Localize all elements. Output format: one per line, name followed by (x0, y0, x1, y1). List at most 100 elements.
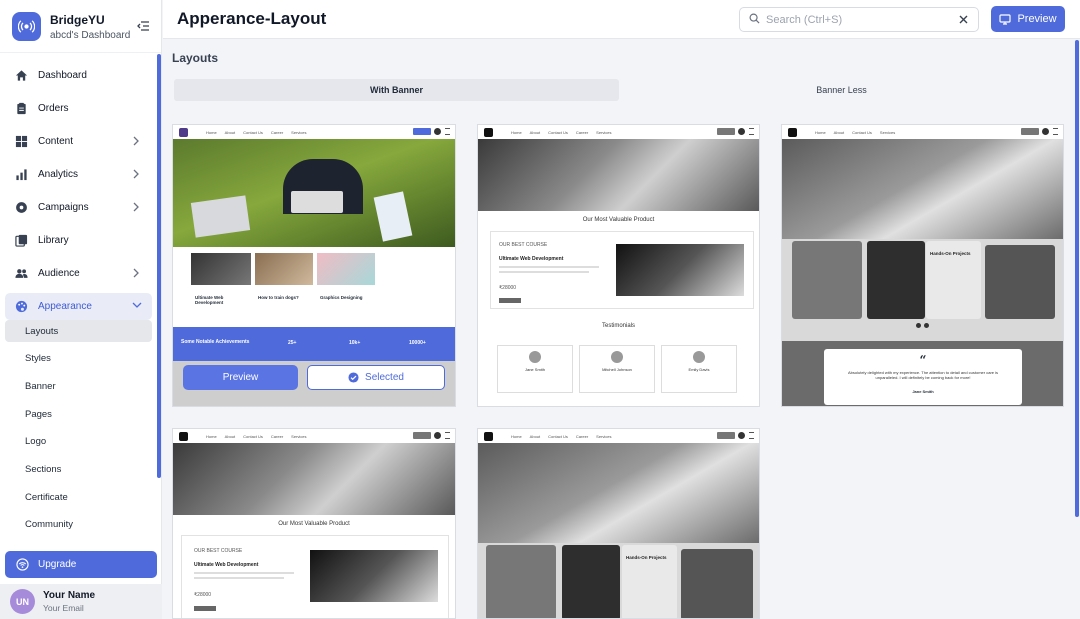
sidebar-item-content[interactable]: Content (5, 128, 152, 155)
mini-enroll-button (194, 606, 216, 611)
sidebar-item-audience[interactable]: Audience (5, 260, 152, 287)
section-title: Layouts (172, 51, 219, 65)
mini-register-button (413, 432, 431, 439)
clear-search-icon[interactable] (958, 14, 969, 25)
layout-card[interactable]: Home About Contact Us Services Hands-On … (781, 124, 1064, 407)
mini-navbar: Home About Contact Us Services (782, 125, 1063, 139)
brand-name: BridgeYU (50, 12, 105, 27)
palette-icon (15, 300, 28, 313)
sidebar-scrollbar[interactable] (157, 54, 161, 478)
carousel-card (486, 545, 556, 618)
page-title: Apperance-Layout (177, 9, 327, 28)
sidebar: BridgeYU abcd's Dashboard Dashboard Orde… (0, 0, 162, 619)
mini-link: Contact Us (243, 129, 263, 135)
mini-menu-icon (1053, 128, 1058, 135)
mini-menu-icon (749, 432, 754, 439)
sub-item-certificate[interactable]: Certificate (5, 486, 152, 508)
quote-box: “ Absolutely delighted with my experienc… (824, 349, 1022, 405)
sidebar-item-label: Analytics (38, 169, 79, 180)
mini-navbar: Home About Contact Us Career Services (173, 429, 455, 443)
preview-button[interactable]: Preview (991, 6, 1065, 32)
sidebar-item-label: Campaigns (38, 202, 89, 213)
testimonial-card: Mitchell Johnson (579, 345, 655, 393)
gear-badge-icon (15, 201, 28, 214)
chevron-down-icon (132, 301, 142, 311)
mini-link: Contact Us (548, 433, 568, 439)
search-box (739, 7, 979, 32)
card-selected-button[interactable]: Selected (307, 365, 445, 390)
monitor-icon (999, 13, 1012, 25)
mini-nav-links: Home About Contact Us Services (815, 130, 895, 135)
avatar: UN (10, 589, 35, 614)
mini-link: Services (879, 129, 896, 135)
sub-item-community[interactable]: Community (5, 514, 152, 536)
tab-banner-less[interactable]: Banner Less (619, 79, 1064, 101)
sub-item-layouts[interactable]: Layouts (5, 320, 152, 342)
layout-card[interactable]: Home About Contact Us Career Services Ul… (172, 124, 456, 407)
sidebar-item-library[interactable]: Library (5, 227, 152, 254)
layout-card[interactable]: Home About Contact Us Career Services Ou… (172, 428, 456, 619)
mini-link: Services (291, 129, 307, 135)
mini-link: Home (511, 129, 522, 135)
brand-logo-icon (12, 12, 41, 41)
mini-link: Career (575, 129, 589, 135)
search-input[interactable] (766, 13, 946, 26)
layout-card[interactable]: Home About Contact Us Career Services Ou… (477, 124, 760, 407)
chevron-right-icon (132, 202, 140, 212)
sub-item-logo[interactable]: Logo (5, 431, 152, 453)
stat-value: 10k+ (349, 340, 361, 346)
testimonial-name: Jane Smith (524, 367, 545, 372)
achievements-band: Some Notable Achievements 25+ 10k+ 10000… (173, 327, 455, 361)
sidebar-item-orders[interactable]: Orders (5, 95, 152, 122)
layout-card[interactable]: Home About Contact Us Career Services Ha… (477, 428, 760, 619)
sidebar-item-label: Library (38, 235, 69, 246)
course-thumb (255, 253, 313, 285)
mini-register-button (717, 128, 735, 135)
sub-item-sections[interactable]: Sections (5, 458, 152, 480)
course-price: ₹28000 (499, 285, 517, 291)
sidebar-item-campaigns[interactable]: Campaigns (5, 194, 152, 221)
quote-icon: “ (919, 353, 927, 367)
feature-title: Hands-On Projects (930, 251, 971, 256)
course-thumb (317, 253, 375, 285)
bar-chart-icon (15, 168, 28, 181)
mini-link: Contact Us (548, 129, 568, 135)
main-scrollbar[interactable] (1075, 40, 1079, 517)
carousel-card: Hands-On Projects (622, 545, 677, 618)
banner-image (173, 443, 455, 515)
sidebar-item-appearance[interactable]: Appearance (5, 293, 152, 320)
course-price: ₹28000 (194, 592, 212, 598)
wifi-icon (16, 558, 29, 571)
sub-item-pages[interactable]: Pages (5, 403, 152, 425)
upgrade-button[interactable]: Upgrade (5, 551, 157, 578)
chevron-right-icon (132, 169, 140, 179)
sidebar-item-label: Audience (38, 268, 80, 279)
brand[interactable]: BridgeYU abcd's Dashboard (12, 12, 130, 41)
sidebar-item-dashboard[interactable]: Dashboard (5, 62, 152, 89)
mini-link: Home (511, 433, 522, 439)
user-profile[interactable]: UN Your Name Your Email (0, 584, 162, 619)
mini-menu-icon (749, 128, 754, 135)
mini-link: Services (291, 433, 307, 439)
mini-navbar: Home About Contact Us Career Services (478, 125, 759, 139)
course-label: OUR BEST COURSE (499, 242, 548, 248)
collapse-sidebar-icon[interactable] (136, 19, 150, 33)
chevron-right-icon (132, 136, 140, 146)
sidebar-item-analytics[interactable]: Analytics (5, 161, 152, 188)
mini-link: Career (270, 129, 284, 135)
mini-navbar: Home About Contact Us Career Services (478, 429, 759, 443)
mini-link: Home (206, 129, 217, 135)
mini-link: About (833, 129, 845, 135)
sub-item-styles[interactable]: Styles (5, 348, 152, 370)
quote-text: Absolutely delighted with my experience.… (847, 370, 998, 380)
mini-nav-links: Home About Contact Us Career Services (511, 434, 612, 439)
mini-link: Contact Us (852, 129, 872, 135)
mini-link: Home (206, 433, 217, 439)
users-icon (15, 267, 28, 280)
course-title: Graphics Designing (320, 295, 363, 300)
mini-link: Career (575, 433, 589, 439)
card-preview-button[interactable]: Preview (183, 365, 298, 390)
tab-with-banner[interactable]: With Banner (174, 79, 619, 101)
sub-item-banner[interactable]: Banner (5, 375, 152, 397)
mini-link: Contact Us (243, 433, 263, 439)
